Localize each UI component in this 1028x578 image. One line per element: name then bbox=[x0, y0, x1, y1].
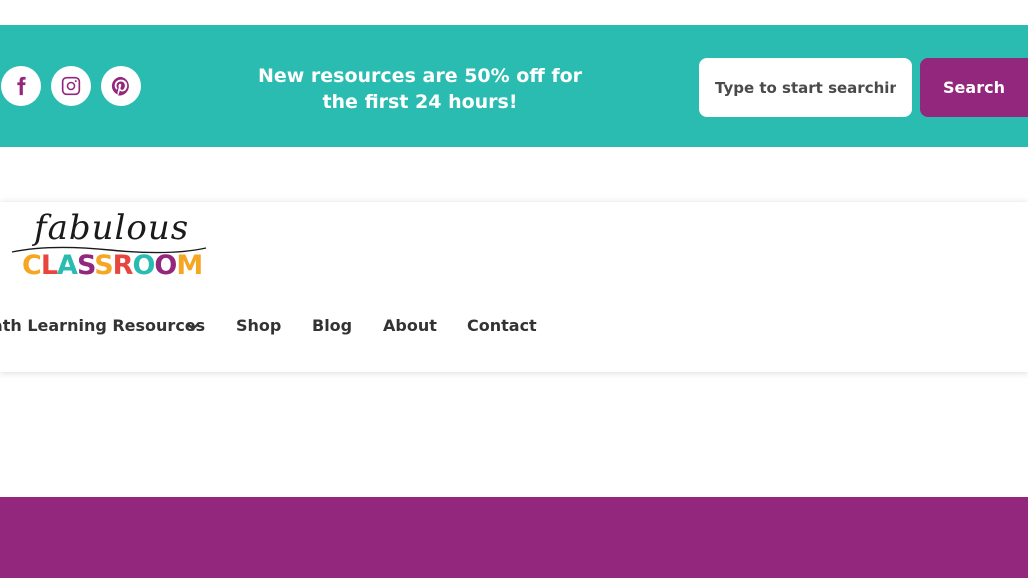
logo-letter: S bbox=[94, 250, 113, 281]
logo-letter: O bbox=[132, 250, 155, 281]
nav-item-contact[interactable]: Contact bbox=[467, 314, 537, 338]
logo-letter: S bbox=[76, 250, 95, 281]
nav-item-math-learning-resources[interactable]: Math Learning Resources bbox=[0, 314, 205, 338]
logo-letter: C bbox=[22, 250, 42, 281]
chevron-down-icon[interactable] bbox=[186, 320, 200, 334]
promo-line-2: the first 24 hours! bbox=[322, 91, 518, 113]
nav-item-shop[interactable]: Shop bbox=[236, 314, 281, 338]
promo-line-1: New resources are 50% off for bbox=[257, 65, 583, 87]
site-logo[interactable]: fabulous CLASSROOM bbox=[10, 208, 210, 281]
logo-letter: A bbox=[57, 250, 78, 281]
logo-letter: O bbox=[154, 250, 177, 281]
pinterest-icon[interactable] bbox=[101, 66, 141, 106]
logo-letter: L bbox=[40, 250, 58, 281]
nav-item-label: Shop bbox=[236, 316, 282, 335]
facebook-icon[interactable] bbox=[1, 66, 41, 106]
search-button[interactable]: Search bbox=[920, 58, 1028, 117]
page: New resources are 50% off for the first … bbox=[0, 0, 1028, 578]
search-input[interactable] bbox=[699, 58, 912, 117]
footer-band bbox=[0, 497, 1028, 578]
nav-item-blog[interactable]: Blog bbox=[312, 314, 352, 338]
nav-item-label: Blog bbox=[312, 316, 353, 335]
nav-item-label: Contact bbox=[467, 316, 537, 335]
promo-message: New resources are 50% off for the first … bbox=[250, 63, 590, 115]
nav-item-about[interactable]: About bbox=[383, 314, 437, 338]
site-header: fabulous CLASSROOM Math Learning Resourc… bbox=[0, 202, 1028, 372]
logo-wordmark: CLASSROOM bbox=[22, 250, 203, 281]
nav-item-label: About bbox=[383, 316, 437, 335]
nav-item-label: Math Learning Resources bbox=[0, 316, 206, 335]
logo-letter: M bbox=[176, 250, 203, 281]
logo-letter: R bbox=[112, 250, 134, 281]
instagram-icon[interactable] bbox=[51, 66, 91, 106]
